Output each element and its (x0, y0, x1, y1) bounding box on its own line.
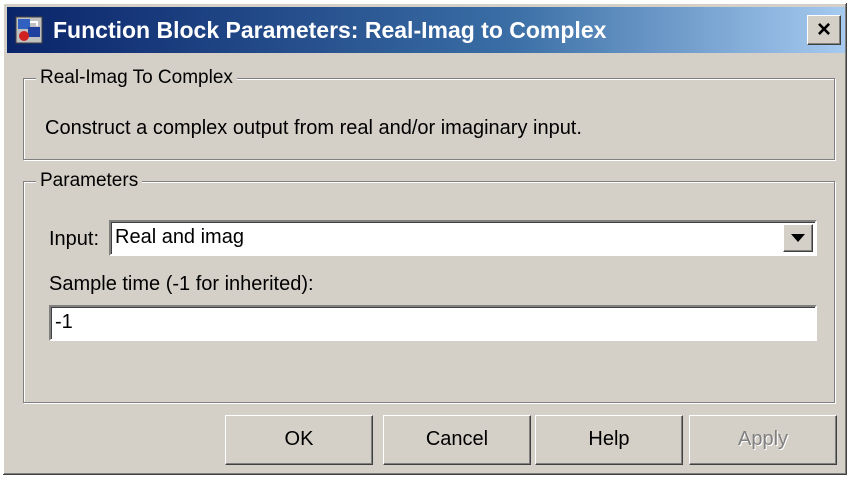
close-icon: × (816, 16, 831, 43)
window-title: Function Block Parameters: Real-Imag to … (53, 17, 607, 43)
dialog-window: Function Block Parameters: Real-Imag to … (2, 2, 848, 476)
simulink-block-icon (15, 16, 43, 44)
parameters-group-legend: Parameters (36, 169, 143, 193)
apply-button-label: Apply (737, 428, 789, 450)
help-button[interactable]: Help (535, 415, 683, 465)
apply-button[interactable]: Apply (689, 415, 837, 465)
chevron-down-icon (791, 234, 805, 242)
ok-button-label: OK (284, 428, 314, 450)
input-dropdown-value: Real and imag (115, 226, 244, 248)
sample-time-value: -1 (55, 311, 73, 333)
cancel-button[interactable]: Cancel (383, 415, 531, 465)
sample-time-label: Sample time (-1 for inherited): (49, 273, 314, 295)
parameters-group: Parameters Input: Real and imag Sample t… (23, 169, 835, 403)
dropdown-arrow-button[interactable] (783, 224, 813, 252)
description-group-legend: Real-Imag To Complex (36, 66, 237, 90)
block-description: Construct a complex output from real and… (45, 117, 582, 139)
input-label: Input: (49, 228, 100, 250)
title-bar[interactable]: Function Block Parameters: Real-Imag to … (7, 7, 845, 53)
cancel-button-label: Cancel (425, 428, 489, 450)
close-button[interactable]: × (807, 15, 841, 45)
input-dropdown[interactable]: Real and imag (109, 220, 817, 256)
ok-button[interactable]: OK (225, 415, 373, 465)
sample-time-field[interactable]: -1 (49, 305, 817, 341)
help-button-label: Help (588, 428, 630, 450)
description-group: Real-Imag To Complex Construct a complex… (23, 66, 835, 160)
